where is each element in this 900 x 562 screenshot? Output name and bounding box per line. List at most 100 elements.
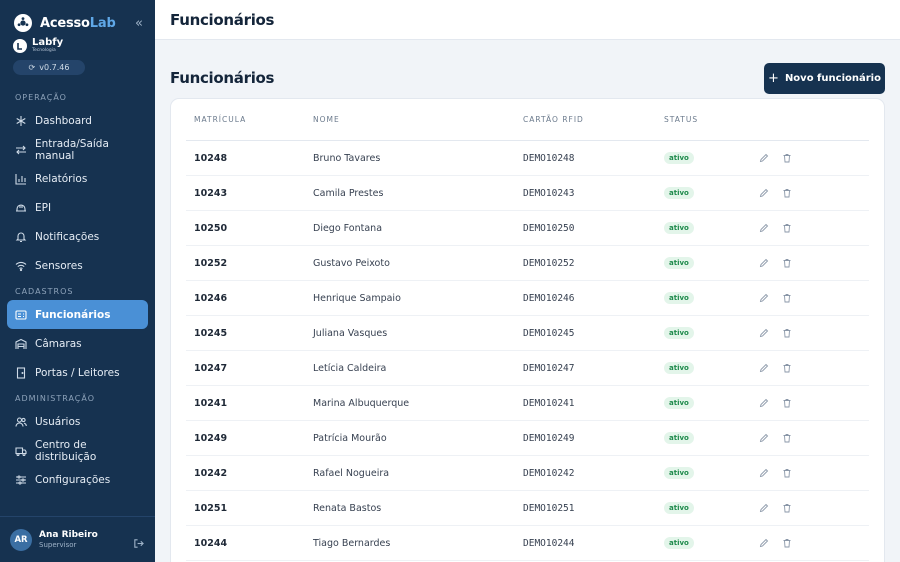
sidebar-item-label: Relatórios bbox=[35, 172, 88, 185]
column-status[interactable]: Status bbox=[664, 115, 759, 124]
status-badge: ativo bbox=[664, 222, 694, 234]
user-role: Supervisor bbox=[39, 540, 77, 549]
status-badge: ativo bbox=[664, 327, 694, 339]
avatar[interactable]: AR bbox=[10, 528, 32, 551]
table-row[interactable]: 10249 Patrícia Mourão DEMO10249 ativo bbox=[186, 421, 869, 456]
cell-nome: Camila Prestes bbox=[313, 187, 384, 199]
new-employee-label: Novo funcionário bbox=[784, 72, 881, 84]
truck-icon bbox=[15, 445, 27, 457]
trash-icon[interactable] bbox=[782, 468, 792, 478]
version-badge[interactable]: ⟳ v0.7.46 bbox=[13, 60, 85, 75]
nav-section-title: Administração bbox=[15, 394, 95, 403]
sidebar: AcessoLab « Labfy Tecnologia ⟳ v0.7.46 O… bbox=[0, 0, 155, 562]
collapse-sidebar-icon[interactable]: « bbox=[135, 16, 143, 31]
sub-brand-tagline: Tecnologia bbox=[32, 48, 56, 54]
edit-icon[interactable] bbox=[759, 223, 769, 233]
status-badge: ativo bbox=[664, 292, 694, 304]
sidebar-item-label: Funcionários bbox=[35, 308, 111, 321]
sidebar-item-usuários[interactable]: Usuários bbox=[0, 407, 148, 436]
trash-icon[interactable] bbox=[782, 223, 792, 233]
sidebar-item-câmaras[interactable]: Câmaras bbox=[0, 329, 148, 358]
trash-icon[interactable] bbox=[782, 503, 792, 513]
sidebar-item-label: Portas / Leitores bbox=[35, 366, 120, 379]
sidebar-item-centro-de-distribuição[interactable]: Centro de distribuição bbox=[0, 436, 148, 465]
trash-icon[interactable] bbox=[782, 188, 792, 198]
edit-icon[interactable] bbox=[759, 433, 769, 443]
table-row[interactable]: 10241 Marina Albuquerque DEMO10241 ativo bbox=[186, 386, 869, 421]
new-employee-button[interactable]: + Novo funcionário bbox=[764, 62, 885, 94]
table-row[interactable]: 10252 Gustavo Peixoto DEMO10252 ativo bbox=[186, 246, 869, 281]
table-row[interactable]: 10242 Rafael Nogueira DEMO10242 ativo bbox=[186, 456, 869, 491]
table-row[interactable]: 10251 Renata Bastos DEMO10251 ativo bbox=[186, 491, 869, 526]
cell-matricula: 10252 bbox=[194, 257, 228, 269]
nav: Operação Dashboard Entrada/Saída manual Rel… bbox=[0, 93, 155, 494]
edit-icon[interactable] bbox=[759, 398, 769, 408]
cell-matricula: 10246 bbox=[194, 292, 228, 304]
edit-icon[interactable] bbox=[759, 328, 769, 338]
trash-icon[interactable] bbox=[782, 433, 792, 443]
trash-icon[interactable] bbox=[782, 153, 792, 163]
sidebar-item-label: Sensores bbox=[35, 259, 83, 272]
sidebar-item-dashboard[interactable]: Dashboard bbox=[0, 106, 148, 135]
nav-list: Usuários Centro de distribuição Configuraç… bbox=[0, 407, 155, 494]
cell-rfid: DEMO10250 bbox=[523, 222, 575, 234]
table-row[interactable]: 10244 Tiago Bernardes DEMO10244 ativo bbox=[186, 526, 869, 561]
sidebar-item-label: EPI bbox=[35, 201, 52, 214]
version-label: v0.7.46 bbox=[39, 63, 70, 72]
table-row[interactable]: 10245 Juliana Vasques DEMO10245 ativo bbox=[186, 316, 869, 351]
column-matricula[interactable]: Matrícula bbox=[186, 115, 313, 124]
edit-icon[interactable] bbox=[759, 468, 769, 478]
sidebar-item-epi[interactable]: EPI bbox=[0, 193, 148, 222]
table-row[interactable]: 10250 Diego Fontana DEMO10250 ativo bbox=[186, 211, 869, 246]
snowflake-icon bbox=[15, 115, 27, 127]
cell-rfid: DEMO10251 bbox=[523, 502, 575, 514]
sidebar-item-configurações[interactable]: Configurações bbox=[0, 465, 148, 494]
trash-icon[interactable] bbox=[782, 398, 792, 408]
trash-icon[interactable] bbox=[782, 363, 792, 373]
table-header: Matrícula Nome Cartão RFID Status bbox=[186, 99, 869, 141]
status-badge: ativo bbox=[664, 187, 694, 199]
cell-nome: Diego Fontana bbox=[313, 222, 383, 234]
sidebar-item-portas-leitores[interactable]: Portas / Leitores bbox=[0, 358, 148, 387]
logout-icon[interactable] bbox=[133, 534, 144, 548]
trash-icon[interactable] bbox=[782, 258, 792, 268]
status-badge: ativo bbox=[664, 467, 694, 479]
edit-icon[interactable] bbox=[759, 258, 769, 268]
table-row[interactable]: 10246 Henrique Sampaio DEMO10246 ativo bbox=[186, 281, 869, 316]
cell-nome: Letícia Caldeira bbox=[313, 362, 387, 374]
table-row[interactable]: 10243 Camila Prestes DEMO10243 ativo bbox=[186, 176, 869, 211]
edit-icon[interactable] bbox=[759, 363, 769, 373]
cell-rfid: DEMO10252 bbox=[523, 257, 575, 269]
table-row[interactable]: 10247 Letícia Caldeira DEMO10247 ativo bbox=[186, 351, 869, 386]
status-badge: ativo bbox=[664, 152, 694, 164]
door-icon bbox=[15, 366, 27, 379]
trash-icon[interactable] bbox=[782, 293, 792, 303]
cell-matricula: 10241 bbox=[194, 397, 228, 409]
brand-name: AcessoLab bbox=[40, 15, 116, 31]
sidebar-item-label: Câmaras bbox=[35, 337, 82, 350]
edit-icon[interactable] bbox=[759, 503, 769, 513]
cell-rfid: DEMO10245 bbox=[523, 327, 575, 339]
sidebar-item-sensores[interactable]: Sensores bbox=[0, 251, 148, 280]
page-title: Funcionários bbox=[170, 69, 275, 87]
edit-icon[interactable] bbox=[759, 293, 769, 303]
column-rfid[interactable]: Cartão RFID bbox=[523, 115, 664, 124]
column-nome[interactable]: Nome bbox=[313, 115, 523, 124]
edit-icon[interactable] bbox=[759, 188, 769, 198]
edit-icon[interactable] bbox=[759, 538, 769, 548]
sidebar-item-entrada-saída-manual[interactable]: Entrada/Saída manual bbox=[0, 135, 148, 164]
edit-icon[interactable] bbox=[759, 153, 769, 163]
sidebar-item-notificações[interactable]: Notificações bbox=[0, 222, 148, 251]
sidebar-item-funcionários[interactable]: Funcionários bbox=[7, 300, 148, 329]
trash-icon[interactable] bbox=[782, 538, 792, 548]
trash-icon[interactable] bbox=[782, 328, 792, 338]
status-badge: ativo bbox=[664, 257, 694, 269]
cell-rfid: DEMO10247 bbox=[523, 362, 575, 374]
table-row[interactable]: 10248 Bruno Tavares DEMO10248 ativo bbox=[186, 141, 869, 176]
cell-matricula: 10245 bbox=[194, 327, 228, 339]
sub-brand-name: Labfy bbox=[32, 37, 64, 49]
sidebar-item-relatórios[interactable]: Relatórios bbox=[0, 164, 148, 193]
user-panel: AR Ana Ribeiro Supervisor bbox=[0, 516, 155, 562]
labfy-logo-icon bbox=[13, 39, 27, 53]
cell-rfid: DEMO10246 bbox=[523, 292, 575, 304]
